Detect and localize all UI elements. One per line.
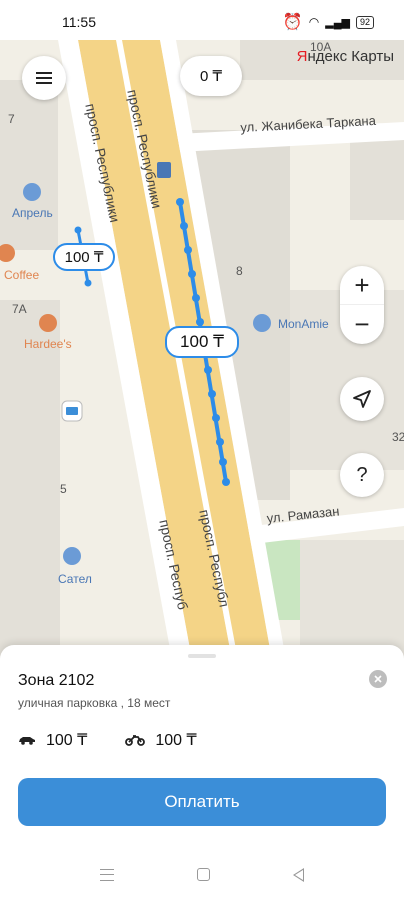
system-nav-bar bbox=[0, 853, 404, 900]
poi-label[interactable]: Coffee bbox=[4, 268, 39, 282]
poi-label[interactable]: MonAmie bbox=[278, 317, 329, 331]
house-number: 8 bbox=[236, 264, 243, 278]
poi-label[interactable]: Сател bbox=[58, 572, 92, 586]
menu-icon[interactable] bbox=[100, 869, 114, 881]
back-icon[interactable] bbox=[293, 868, 304, 882]
house-number: 5 bbox=[60, 482, 67, 496]
status-time: 11:55 bbox=[62, 14, 96, 30]
navigation-arrow-icon bbox=[353, 390, 371, 408]
status-bar: 11:55 ⏰ ◠ ▂▄▆ 92 bbox=[0, 0, 404, 40]
wifi-icon: ◠ bbox=[308, 15, 320, 29]
zone-subtitle: уличная парковка , 18 мест bbox=[18, 696, 171, 710]
sheet-handle[interactable] bbox=[188, 654, 216, 658]
house-number: 7 bbox=[8, 112, 15, 126]
poi-label[interactable]: Hardee's bbox=[24, 337, 72, 351]
zoom-in-button[interactable]: + bbox=[340, 266, 384, 305]
house-number: 32 bbox=[392, 430, 404, 444]
house-number: 7А bbox=[12, 302, 27, 316]
parking-price-tag[interactable]: 100 ₸ bbox=[165, 326, 239, 358]
yandex-maps-logo: Яндекс Карты bbox=[296, 48, 394, 65]
home-icon[interactable] bbox=[197, 868, 210, 881]
battery-icon: 92 bbox=[355, 15, 374, 29]
alarm-icon: ⏰ bbox=[282, 14, 303, 31]
parking-price-tag[interactable]: 100 ₸ bbox=[53, 243, 115, 271]
menu-icon bbox=[36, 72, 52, 84]
poi-label[interactable]: Апрель bbox=[12, 206, 53, 220]
menu-button[interactable] bbox=[22, 56, 66, 100]
zoom-out-button[interactable]: − bbox=[340, 305, 384, 344]
pay-button[interactable]: Оплатить bbox=[18, 778, 386, 826]
signal-icon: ▂▄▆ bbox=[325, 16, 350, 29]
bike-price: 100 ₸ bbox=[155, 732, 197, 749]
locate-button[interactable] bbox=[340, 377, 384, 421]
close-button[interactable] bbox=[369, 670, 387, 688]
car-icon bbox=[19, 737, 35, 745]
zoom-control: + − bbox=[340, 266, 384, 344]
price-list: 100 ₸ 100 ₸ bbox=[18, 730, 197, 750]
car-price: 100 ₸ bbox=[46, 732, 88, 749]
help-button[interactable]: ? bbox=[340, 453, 384, 497]
balance-button[interactable]: 0 ₸ bbox=[180, 56, 242, 96]
zone-title: Зона 2102 bbox=[18, 672, 95, 689]
status-icons: ⏰ ◠ ▂▄▆ 92 bbox=[283, 12, 374, 32]
close-icon bbox=[374, 675, 382, 683]
motorcycle-icon bbox=[125, 735, 146, 746]
